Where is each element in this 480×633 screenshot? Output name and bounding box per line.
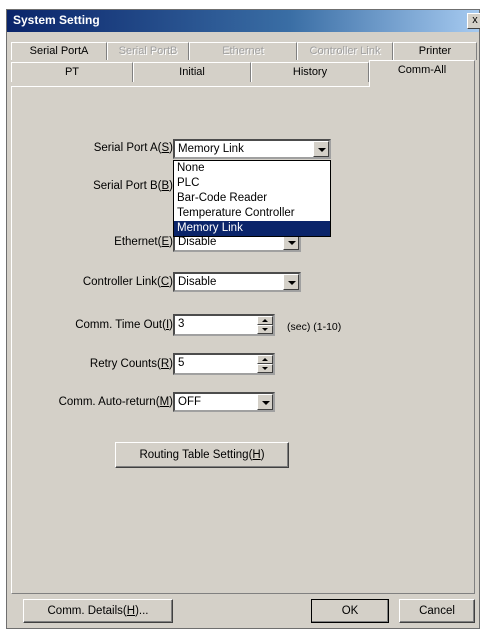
comm-timeout-unit: (sec) (1-10) bbox=[287, 321, 342, 333]
comm-timeout-value: 3 bbox=[178, 318, 185, 330]
comm-timeout-spinner[interactable]: 3 bbox=[173, 314, 275, 336]
chevron-down-icon[interactable] bbox=[283, 274, 299, 290]
comm-timeout-label: Comm. Time Out(I) bbox=[75, 319, 173, 331]
controller-link-value: Disable bbox=[178, 276, 217, 288]
dropdown-option-none[interactable]: None bbox=[174, 161, 330, 176]
comm-auto-return-value: OFF bbox=[178, 396, 201, 408]
tab-comm-all[interactable]: Comm-All bbox=[369, 60, 475, 87]
serial-port-a-dropdown-list[interactable]: None PLC Bar-Code Reader Temperature Con… bbox=[173, 160, 331, 237]
controller-link-select[interactable]: Disable bbox=[173, 272, 301, 292]
comm-details-button[interactable]: Comm. Details(H)... bbox=[23, 599, 173, 623]
tab-history[interactable]: History bbox=[251, 62, 369, 82]
serial-port-a-label: Serial Port A(S) bbox=[93, 142, 173, 154]
serial-port-b-label: Serial Port B(B) bbox=[93, 180, 173, 192]
spin-down-icon[interactable] bbox=[257, 325, 273, 334]
dropdown-option-bar-code-reader[interactable]: Bar-Code Reader bbox=[174, 191, 330, 206]
ethernet-label: Ethernet(E) bbox=[114, 236, 173, 248]
retry-counts-label: Retry Counts(R) bbox=[89, 358, 173, 370]
system-setting-window: System Setting x Serial PortA Serial Por… bbox=[6, 9, 480, 629]
tab-serial-port-a[interactable]: Serial PortA bbox=[11, 42, 107, 60]
ethernet-value: Disable bbox=[178, 236, 217, 248]
spin-up-icon[interactable] bbox=[257, 355, 273, 364]
tab-ethernet: Ethernet bbox=[189, 42, 297, 60]
dropdown-option-temperature-controller[interactable]: Temperature Controller bbox=[174, 206, 330, 221]
spin-up-icon[interactable] bbox=[257, 316, 273, 325]
comm-auto-return-label: Comm. Auto-return(M) bbox=[58, 396, 173, 408]
retry-counts-spinner[interactable]: 5 bbox=[173, 353, 275, 375]
close-icon[interactable]: x bbox=[467, 13, 480, 29]
serial-port-a-select[interactable]: Memory Link bbox=[173, 139, 331, 159]
window-title: System Setting bbox=[13, 13, 100, 27]
title-bar[interactable]: System Setting x bbox=[7, 10, 480, 32]
tab-serial-port-b: Serial PortB bbox=[107, 42, 189, 60]
routing-table-setting-button[interactable]: Routing Table Setting(H) bbox=[115, 442, 289, 468]
ok-button[interactable]: OK bbox=[311, 599, 389, 623]
comm-auto-return-select[interactable]: OFF bbox=[173, 392, 275, 412]
dropdown-option-memory-link[interactable]: Memory Link bbox=[174, 221, 330, 236]
dropdown-option-plc[interactable]: PLC bbox=[174, 176, 330, 191]
tab-initial[interactable]: Initial bbox=[133, 62, 251, 82]
chevron-down-icon[interactable] bbox=[313, 141, 329, 157]
chevron-down-icon[interactable] bbox=[257, 394, 273, 410]
spin-down-icon[interactable] bbox=[257, 364, 273, 373]
cancel-button[interactable]: Cancel bbox=[399, 599, 475, 623]
controller-link-label: Controller Link(C) bbox=[82, 276, 173, 288]
serial-port-a-value: Memory Link bbox=[178, 143, 244, 155]
tab-controller-link: Controller Link bbox=[297, 42, 393, 60]
retry-counts-value: 5 bbox=[178, 357, 185, 369]
tab-printer[interactable]: Printer bbox=[393, 42, 477, 60]
tab-pt[interactable]: PT bbox=[11, 62, 133, 82]
